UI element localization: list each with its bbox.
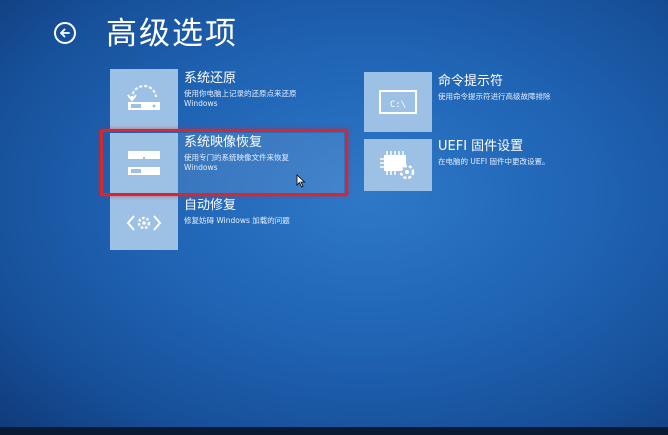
option-description: 修复妨碍 Windows 加载的问题 bbox=[184, 216, 290, 225]
mouse-cursor-icon bbox=[296, 174, 306, 188]
startup-repair-icon bbox=[126, 215, 162, 231]
svg-text:C:\: C:\ bbox=[390, 100, 406, 110]
option-description: 在电脑的 UEFI 固件中更改设置。 bbox=[438, 157, 550, 166]
screen-bottom-edge bbox=[0, 427, 668, 435]
option-description: 使用你电脑上记录的还原点来还原 bbox=[184, 89, 297, 98]
option-title: 系统还原 bbox=[184, 71, 237, 86]
command-prompt-icon: C:\ bbox=[379, 90, 417, 114]
page-title: 高级选项 bbox=[106, 16, 238, 52]
system-restore-icon bbox=[127, 85, 160, 110]
uefi-chip-icon bbox=[380, 151, 415, 180]
option-system-restore[interactable]: 系统还原 使用你电脑上记录的还原点来还原 Windows bbox=[110, 69, 350, 129]
option-uefi-firmware-settings[interactable]: UEFI 固件设置 在电脑的 UEFI 固件中更改设置。 bbox=[364, 137, 604, 197]
selection-highlight-box bbox=[100, 129, 348, 196]
option-description: 使用命令提示符进行高级故障排除 bbox=[438, 92, 551, 101]
option-title: 自动修复 bbox=[184, 198, 237, 213]
option-startup-repair[interactable]: 自动修复 修复妨碍 Windows 加载的问题 bbox=[110, 196, 350, 256]
option-title: UEFI 固件设置 bbox=[438, 139, 524, 154]
back-button[interactable] bbox=[54, 22, 76, 44]
option-command-prompt[interactable]: C:\ 命令提示符 使用命令提示符进行高级故障排除 bbox=[364, 72, 604, 132]
option-description-line2: Windows bbox=[184, 99, 218, 108]
back-arrow-icon bbox=[60, 28, 70, 38]
option-title: 命令提示符 bbox=[438, 74, 504, 89]
